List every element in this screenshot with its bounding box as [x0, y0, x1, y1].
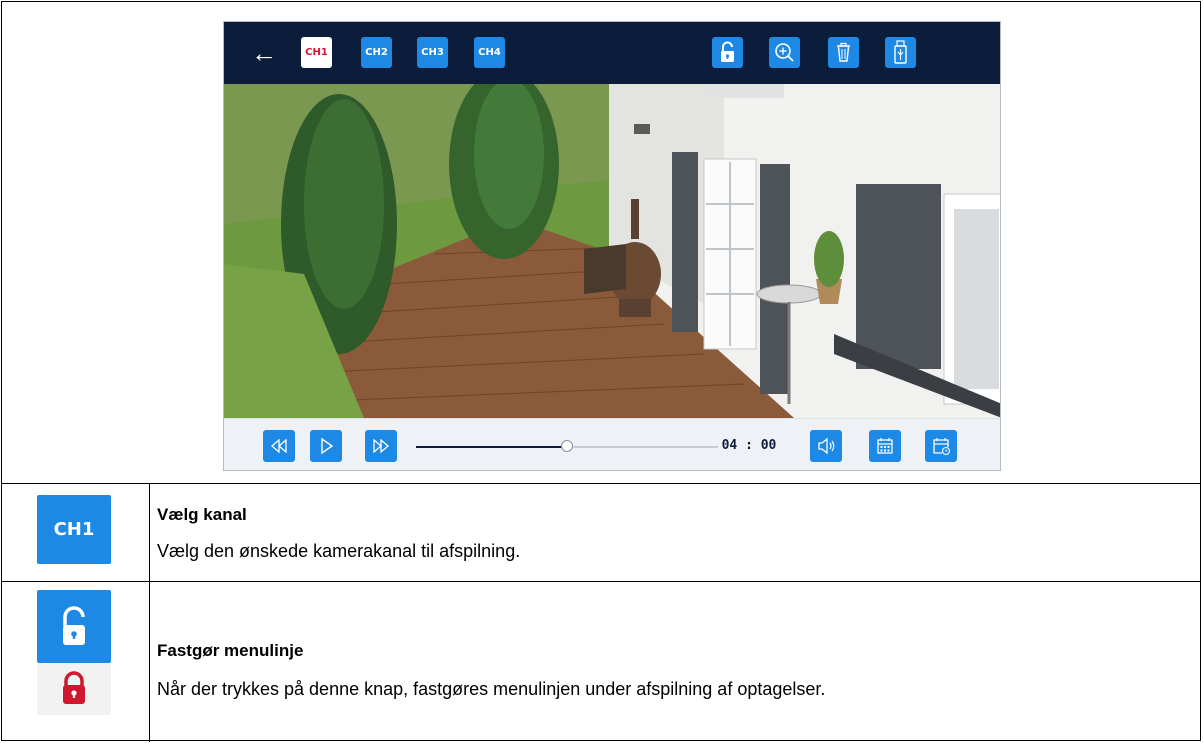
play-button[interactable] — [310, 430, 342, 462]
channel-button-ch3[interactable]: CH3 — [417, 37, 448, 68]
row-text-pin-menubar: Når der trykkes på denne knap, fastgøres… — [157, 679, 826, 699]
delete-button[interactable] — [828, 37, 859, 68]
volume-icon — [818, 437, 835, 455]
playback-screen: ← CH1 CH2 CH3 CH4 04: 00 — [223, 21, 1001, 471]
volume-button[interactable] — [810, 430, 842, 462]
playback-time: 04 : 00 — [721, 438, 777, 453]
unlock-button-illustration — [37, 590, 111, 663]
calendar-icon — [877, 438, 893, 454]
arrow-left-icon[interactable]: ← — [249, 39, 279, 67]
progress-handle[interactable] — [561, 440, 573, 452]
unlock-icon — [721, 41, 734, 62]
row-title-pin-menubar: Fastgør menulinje — [157, 641, 304, 660]
channel-button-ch1[interactable]: CH1 — [301, 37, 332, 68]
patio-camera-image — [224, 84, 1000, 418]
usb-export-button[interactable] — [885, 37, 916, 68]
unlock-button[interactable] — [712, 37, 743, 68]
calendar-clock-button[interactable] — [925, 430, 957, 462]
camera-video-frame[interactable] — [224, 84, 1000, 418]
lock-icon — [63, 671, 85, 704]
lock-button-illustration — [37, 663, 111, 715]
column-divider — [149, 484, 150, 742]
zoom-button[interactable] — [769, 37, 800, 68]
rewind-button[interactable] — [263, 430, 295, 462]
trash-icon — [837, 42, 850, 62]
progress-slider[interactable] — [416, 440, 718, 452]
rewind-icon — [271, 438, 287, 454]
unlock-icon — [63, 606, 85, 645]
progress-fill — [416, 446, 567, 448]
calendar-clock-icon — [933, 438, 951, 456]
row-title-select-channel: Vælg kanal — [157, 505, 247, 524]
top-toolbar: ← CH1 CH2 CH3 CH4 — [224, 22, 1000, 84]
channel-button-ch4[interactable]: CH4 — [474, 37, 505, 68]
row-divider — [2, 483, 1200, 484]
playback-controls: 04 : 00 — [224, 418, 1000, 470]
zoom-in-icon — [775, 43, 794, 62]
channel-button-ch2[interactable]: CH2 — [361, 37, 392, 68]
calendar-button[interactable] — [869, 430, 901, 462]
row-divider — [2, 581, 1200, 582]
fast-forward-button[interactable] — [365, 430, 397, 462]
fast-forward-icon — [373, 438, 389, 454]
row-text-select-channel: Vælg den ønskede kamerakanal til afspiln… — [157, 541, 521, 561]
play-icon — [321, 437, 334, 455]
usb-icon — [894, 40, 907, 64]
ch1-button-illustration: CH1 — [37, 495, 111, 564]
